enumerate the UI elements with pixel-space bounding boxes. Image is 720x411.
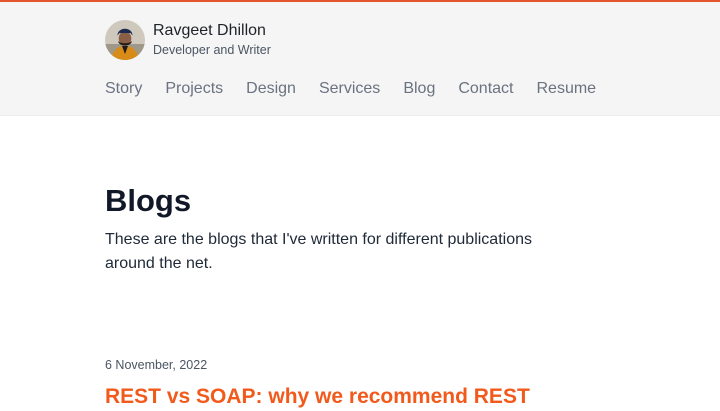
nav-link-resume[interactable]: Resume [536,78,596,100]
page-title: Blogs [105,183,192,218]
brand-home-link[interactable]: Ravgeet Dhillon Developer and Writer [105,20,271,60]
nav-link-projects[interactable]: Projects [165,78,223,100]
nav-link-blog[interactable]: Blog [403,78,435,100]
brand-text: Ravgeet Dhillon Developer and Writer [153,21,271,59]
site-owner-name: Ravgeet Dhillon [153,22,266,39]
main-nav: Story Projects Design Services Blog Cont… [105,78,619,100]
site-header: Ravgeet Dhillon Developer and Writer Sto… [0,2,720,116]
nav-link-services[interactable]: Services [319,78,380,100]
nav-link-contact[interactable]: Contact [458,78,513,100]
page-intro: These are the blogs that I've written fo… [105,231,532,272]
nav-link-design[interactable]: Design [246,78,296,100]
post-date: 6 November, 2022 [105,358,208,372]
post-title-link[interactable]: REST vs SOAP: why we recommend REST [105,383,530,411]
avatar [105,20,145,60]
site-tagline: Developer and Writer [153,43,271,57]
nav-link-story[interactable]: Story [105,78,142,100]
profile-photo-icon [105,20,145,60]
